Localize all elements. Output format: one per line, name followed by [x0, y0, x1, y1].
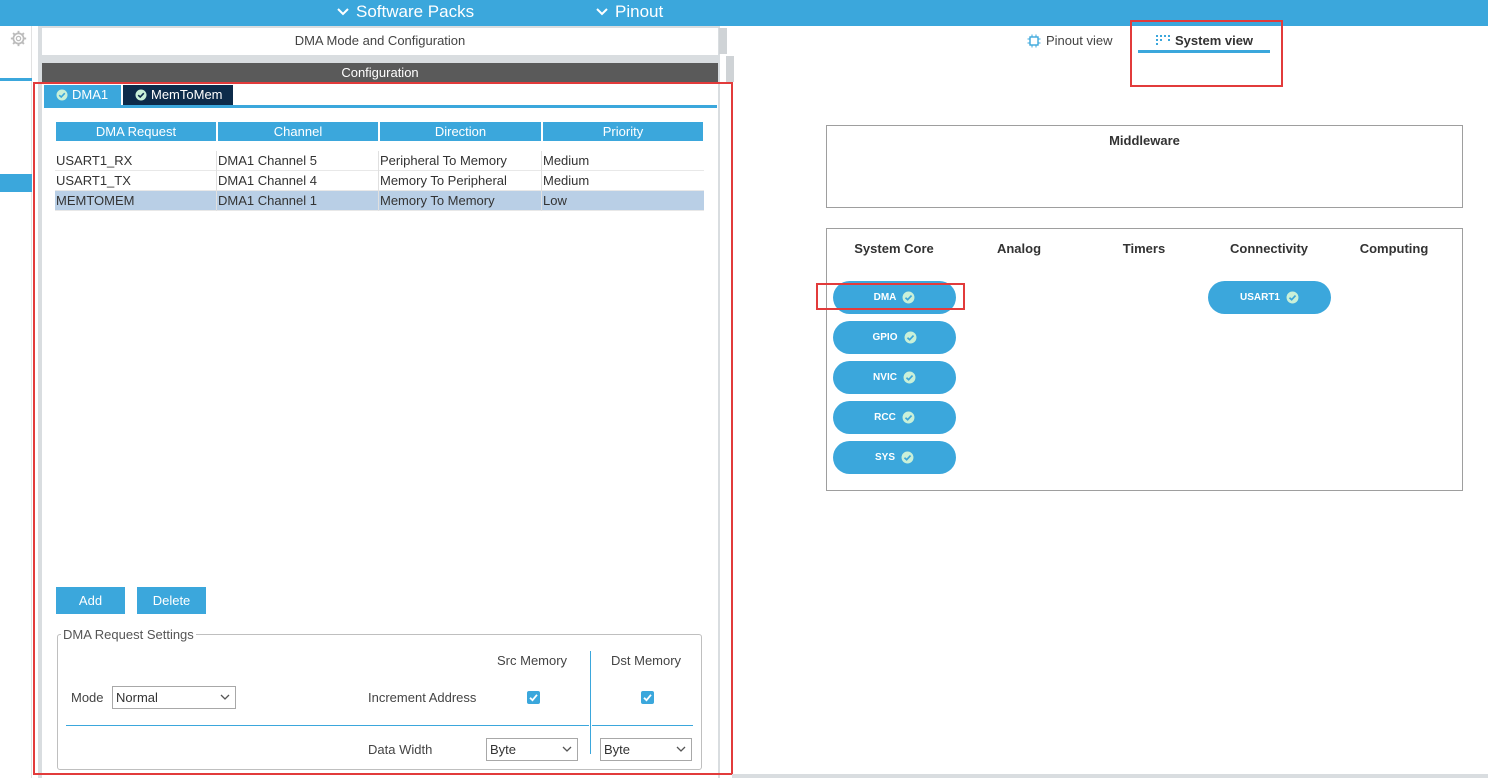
pill-label: USART1	[1239, 292, 1280, 303]
gear-icon[interactable]	[10, 30, 27, 47]
pill-label: GPIO	[872, 332, 898, 343]
chip-icon	[1027, 34, 1041, 48]
gpio-button[interactable]: GPIO	[833, 321, 956, 354]
chevron-down-icon	[596, 8, 608, 16]
pinout-menu[interactable]: Pinout	[595, 0, 663, 24]
pinout-label: Pinout	[615, 2, 664, 21]
check-circle-icon	[1286, 291, 1299, 304]
middleware-title: Middleware	[1109, 133, 1180, 148]
category-analog: Analog	[996, 241, 1042, 256]
pinout-view-label: Pinout view	[1046, 33, 1113, 48]
bottom-border	[732, 774, 1488, 778]
highlight-configuration-area	[33, 82, 733, 775]
software-packs-label: Software Packs	[356, 2, 475, 21]
configuration-header: Configuration	[42, 63, 718, 82]
tab-pinout-view[interactable]: Pinout view	[1027, 32, 1112, 50]
highlight-dma-button	[816, 283, 965, 310]
check-circle-icon	[903, 371, 916, 384]
splitter-handle[interactable]	[726, 56, 734, 82]
left-sidebar-strip	[0, 26, 32, 778]
pill-label: SYS	[874, 452, 895, 463]
sidebar-active-marker[interactable]	[0, 174, 32, 192]
rcc-button[interactable]: RCC	[833, 401, 956, 434]
software-packs-menu[interactable]: Software Packs	[336, 0, 474, 24]
category-system-core: System Core	[854, 241, 934, 256]
splitter-handle[interactable]	[719, 28, 727, 54]
nvic-button[interactable]: NVIC	[833, 361, 956, 394]
check-circle-icon	[901, 451, 914, 464]
category-computing: Computing	[1359, 241, 1429, 256]
pill-label: NVIC	[873, 372, 897, 383]
highlight-system-view	[1130, 20, 1283, 87]
sidebar-separator	[0, 78, 32, 81]
panel-title: DMA Mode and Configuration	[42, 28, 718, 55]
check-circle-icon	[904, 331, 916, 344]
check-circle-icon	[902, 411, 915, 424]
chevron-down-icon	[337, 8, 349, 16]
category-connectivity: Connectivity	[1229, 241, 1308, 256]
sys-button[interactable]: SYS	[833, 441, 956, 474]
pill-label: RCC	[874, 412, 896, 423]
category-timers: Timers	[1122, 241, 1166, 256]
usart1-button[interactable]: USART1	[1208, 281, 1331, 314]
